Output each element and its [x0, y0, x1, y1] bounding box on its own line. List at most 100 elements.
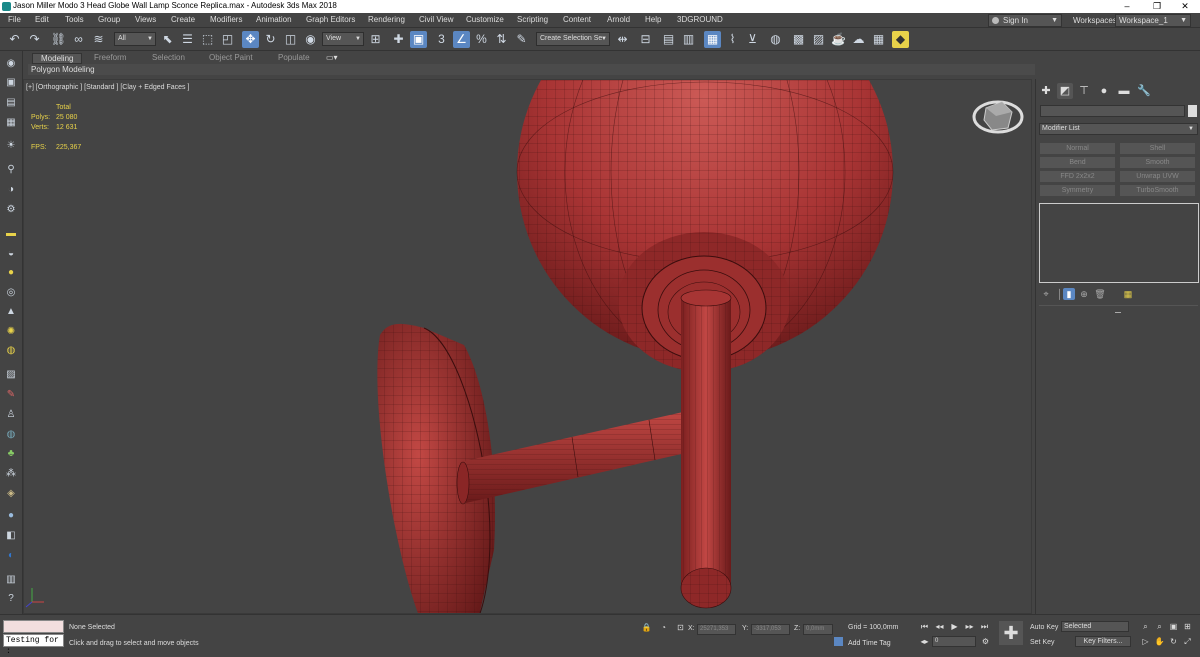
- toggle-ribbon-icon[interactable]: ▦: [704, 31, 721, 48]
- menu-help[interactable]: Help: [645, 15, 661, 24]
- render-setup-icon[interactable]: ▩: [790, 31, 807, 48]
- show-end-result-icon[interactable]: ▮: [1063, 288, 1075, 300]
- go-to-start-icon[interactable]: ⏮: [919, 621, 930, 632]
- grid-icon[interactable]: ▨: [4, 368, 18, 382]
- viewport-orthographic[interactable]: [+] [Orthographic ] [Standard ] [Clay + …: [23, 79, 1032, 614]
- percent-snap-icon[interactable]: %: [473, 31, 490, 48]
- list-icon[interactable]: ▤: [4, 96, 18, 110]
- set-keys-icon[interactable]: ✚: [999, 621, 1023, 645]
- redo-icon[interactable]: ↷: [26, 31, 43, 48]
- make-unique-icon[interactable]: ⊕: [1078, 288, 1090, 300]
- modify-tab-icon[interactable]: ◩: [1057, 83, 1073, 99]
- go-to-end-icon[interactable]: ⏭: [979, 621, 990, 632]
- menu-arnold[interactable]: Arnold: [607, 15, 630, 24]
- material-editor-icon[interactable]: ◍: [767, 31, 784, 48]
- selection-filter-dropdown[interactable]: All ▼: [114, 32, 156, 46]
- bind-space-warp-icon[interactable]: ≋: [90, 31, 107, 48]
- align-icon[interactable]: ⊟: [637, 31, 654, 48]
- menu-3dground[interactable]: 3DGROUND: [677, 15, 723, 24]
- hemisphere-icon[interactable]: ◒: [4, 247, 18, 261]
- menu-scripting[interactable]: Scripting: [517, 15, 548, 24]
- link-icon[interactable]: ⛓: [50, 31, 67, 48]
- x-coordinate-field[interactable]: 25271,353: [697, 624, 736, 635]
- hierarchy-tab-icon[interactable]: ⊤: [1076, 83, 1092, 99]
- object-color-swatch[interactable]: [1188, 105, 1197, 117]
- previous-frame-icon[interactable]: ◂◂: [934, 621, 945, 632]
- current-frame-field[interactable]: 0: [932, 636, 976, 647]
- menu-views[interactable]: Views: [135, 15, 156, 24]
- display-icon[interactable]: ▣: [4, 76, 18, 90]
- lock-selection-icon[interactable]: 🔒: [641, 622, 652, 633]
- close-button[interactable]: ✕: [1170, 0, 1200, 13]
- keyboard-shortcut-override-icon[interactable]: ▣: [410, 31, 427, 48]
- pivot-center-icon[interactable]: ⊞: [367, 31, 384, 48]
- edit-named-selection-icon[interactable]: ✎: [513, 31, 530, 48]
- cylinder-icon[interactable]: ◍: [4, 344, 18, 358]
- curve-editor-icon[interactable]: ⌇: [724, 31, 741, 48]
- menu-create[interactable]: Create: [171, 15, 195, 24]
- spinner-snap-icon[interactable]: ⇅: [493, 31, 510, 48]
- reference-coordinate-dropdown[interactable]: View ▼: [322, 32, 364, 46]
- configure-modifier-sets-icon[interactable]: ▦: [1122, 288, 1134, 300]
- modifier-smooth-button[interactable]: Smooth: [1120, 157, 1195, 168]
- rectangular-selection-icon[interactable]: ⬚: [199, 31, 216, 48]
- create-tab-icon[interactable]: ✚: [1038, 83, 1054, 99]
- snaps-toggle-icon[interactable]: 3: [433, 31, 450, 48]
- add-time-tag[interactable]: Add Time Tag: [848, 640, 891, 647]
- plugin-icon[interactable]: ◆: [892, 31, 909, 48]
- motion-icon[interactable]: ◑: [4, 183, 18, 197]
- menu-content[interactable]: Content: [563, 15, 591, 24]
- key-filters-button[interactable]: Key Filters...: [1075, 636, 1131, 647]
- sphere-icon[interactable]: ●: [4, 266, 18, 280]
- utilities-tab-icon[interactable]: 🔧: [1136, 83, 1152, 99]
- tab-populate[interactable]: Populate: [278, 53, 310, 63]
- menu-tools[interactable]: Tools: [65, 15, 84, 24]
- modifier-unwrap-uvw-button[interactable]: Unwrap UVW: [1120, 171, 1195, 182]
- toggle-scene-explorer-icon[interactable]: ▥: [680, 31, 697, 48]
- tab-modeling[interactable]: Modeling: [32, 53, 83, 64]
- pin-stack-icon[interactable]: ⌖: [1040, 288, 1052, 300]
- select-and-place-icon[interactable]: ◉: [302, 31, 319, 48]
- set-key-button[interactable]: Set Key: [1030, 639, 1055, 646]
- angle-snap-icon[interactable]: ∠: [453, 31, 470, 48]
- motion-tab-icon[interactable]: ●: [1096, 83, 1112, 99]
- select-and-rotate-icon[interactable]: ↻: [262, 31, 279, 48]
- maxscript-listener-input[interactable]: Testing for :: [3, 634, 64, 656]
- render-in-cloud-icon[interactable]: ☁: [850, 31, 867, 48]
- render-production-icon[interactable]: ☕: [830, 31, 847, 48]
- a360-gallery-icon[interactable]: ▦: [870, 31, 887, 48]
- biped-icon[interactable]: ♙: [4, 408, 18, 422]
- transform-gizmo-icon[interactable]: ✚: [390, 31, 407, 48]
- layers-icon[interactable]: ▦: [4, 116, 18, 130]
- time-configuration-icon[interactable]: ⚙: [980, 636, 991, 647]
- next-frame-icon[interactable]: ▸▸: [964, 621, 975, 632]
- menu-animation[interactable]: Animation: [256, 15, 292, 24]
- maxscript-mini-listener[interactable]: [3, 620, 64, 633]
- zoom-extents-all-icon[interactable]: ⊞: [1182, 621, 1193, 632]
- orbit-icon[interactable]: ↻: [1168, 636, 1179, 647]
- maximize-button[interactable]: ❐: [1142, 0, 1172, 13]
- rock-icon[interactable]: ◈: [4, 487, 18, 501]
- zoom-icon[interactable]: ⌕: [1140, 621, 1151, 632]
- named-selection-set-dropdown[interactable]: Create Selection Se ▼: [536, 32, 610, 46]
- menu-rendering[interactable]: Rendering: [368, 15, 405, 24]
- scatter-icon[interactable]: ⁂: [4, 467, 18, 481]
- modifier-normal-button[interactable]: Normal: [1040, 143, 1115, 154]
- modifier-symmetry-button[interactable]: Symmetry: [1040, 185, 1115, 196]
- workspace-dropdown[interactable]: Workspace_1 ▼: [1115, 14, 1191, 27]
- sign-in-dropdown[interactable]: Sign In ▼: [988, 14, 1062, 27]
- pan-icon[interactable]: ✋: [1154, 636, 1165, 647]
- viewcube[interactable]: [972, 100, 1024, 134]
- viewport-label[interactable]: [+] [Orthographic ] [Standard ] [Clay + …: [26, 84, 189, 91]
- torus-icon[interactable]: ◎: [4, 286, 18, 300]
- remove-modifier-icon[interactable]: 🗑: [1094, 288, 1106, 300]
- tab-object-paint[interactable]: Object Paint: [209, 53, 253, 63]
- modifier-stack[interactable]: [1039, 203, 1199, 283]
- modifier-shell-button[interactable]: Shell: [1120, 143, 1195, 154]
- menu-file[interactable]: File: [8, 15, 21, 24]
- field-of-view-icon[interactable]: ▷: [1140, 636, 1151, 647]
- material-ball-icon[interactable]: ●: [4, 509, 18, 523]
- zoom-extents-icon[interactable]: ▣: [1168, 621, 1179, 632]
- light-icon[interactable]: ☀: [4, 139, 18, 153]
- object-name-field[interactable]: [1040, 105, 1185, 117]
